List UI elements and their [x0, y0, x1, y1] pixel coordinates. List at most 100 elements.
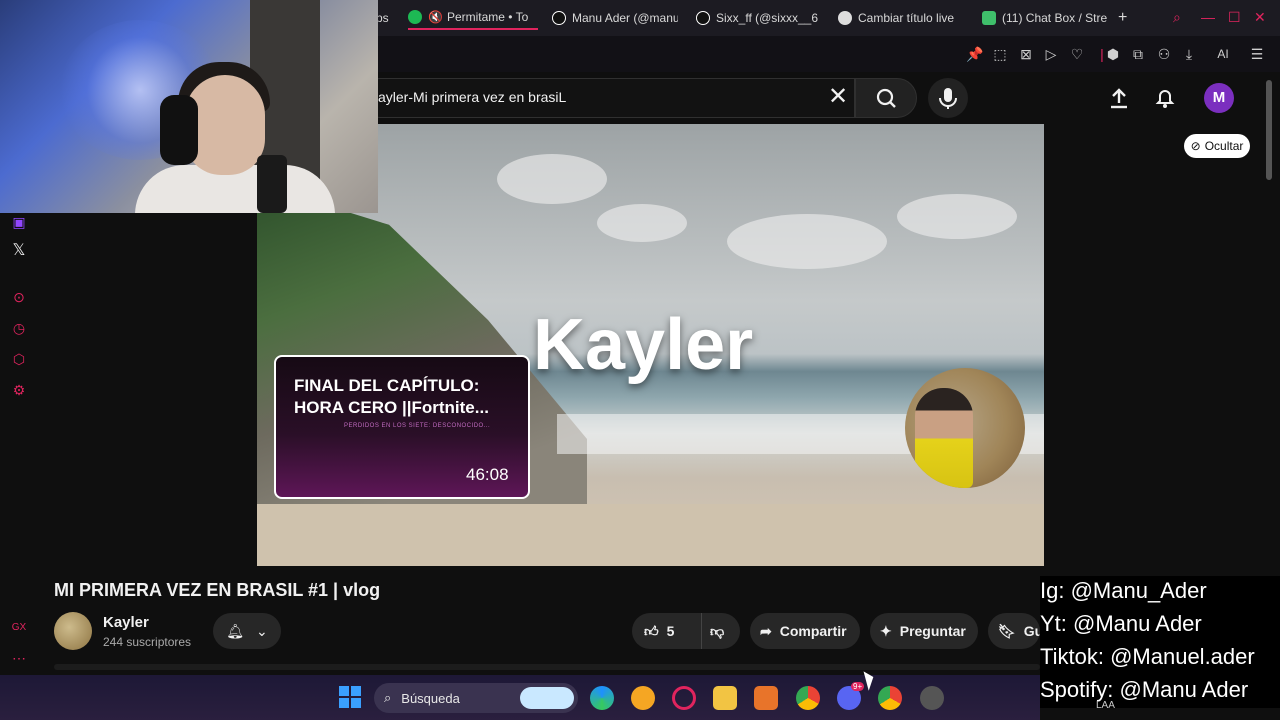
gx-icon[interactable]: GX [10, 619, 28, 637]
social-spotify: Spotify: @Manu Ader [1040, 677, 1249, 702]
muted-speaker-icon: 🔇 [428, 10, 443, 24]
dislike-button[interactable]: 👎︎ [702, 623, 724, 640]
ask-label: Preguntar [899, 623, 966, 639]
share-button[interactable]: ➦ Compartir [750, 613, 860, 649]
browser-tab[interactable]: ps [376, 6, 398, 30]
microphone-icon [939, 88, 957, 109]
history-icon[interactable]: ◷ [10, 319, 28, 337]
eye-off-icon: ⊘ [1190, 139, 1201, 153]
hide-button-label: Ocultar [1204, 139, 1244, 153]
hide-button[interactable]: ⊘ Ocultar [1184, 134, 1250, 158]
page-scrollbar[interactable] [1266, 80, 1272, 180]
tab-label: Cambiar título live [858, 11, 955, 25]
extensions-icon[interactable]: ⧉ [1129, 45, 1147, 63]
extensions-sidebar-icon[interactable]: ⬡ [10, 350, 28, 368]
subscriber-count: 244 suscriptores [103, 635, 192, 649]
brave-icon[interactable] [631, 686, 655, 710]
headphones [160, 95, 198, 165]
upload-icon [1111, 88, 1127, 109]
round-channel-photo [905, 368, 1025, 488]
download-icon[interactable]: ⤓ [1180, 45, 1198, 63]
search-tabs-icon[interactable]: ⌕ [1173, 9, 1181, 26]
chrome-profile-icon[interactable] [878, 686, 902, 710]
twitch-icon[interactable]: ▣ [10, 213, 28, 231]
settings-icon[interactable]: ⚙ [10, 381, 28, 399]
browser-tab-chat[interactable]: (11) Chat Box / Stre [982, 6, 1108, 30]
channel-avatar[interactable] [54, 612, 92, 650]
channel-name[interactable]: Kayler [103, 614, 149, 631]
tiktok-icon [552, 11, 566, 25]
endcard-duration: 46:08 [466, 465, 509, 484]
microphone [257, 155, 287, 213]
menu-icon[interactable]: ☰ [1248, 45, 1266, 63]
like-count: 5 [666, 623, 675, 639]
taskbar-search-label: Búsqueda [401, 690, 460, 706]
save-button[interactable]: 🔖︎ Gu [988, 613, 1040, 649]
beach-sand [257, 504, 1044, 566]
fl-studio-icon[interactable] [754, 686, 778, 710]
ai-button[interactable]: AI [1208, 45, 1238, 63]
tab-label: (11) Chat Box / Stre [1002, 11, 1108, 25]
chevron-down-icon: ⌄ [256, 622, 268, 639]
thumbs-up-icon: 👍︎ [644, 622, 659, 639]
video-overlay-title: Kayler [533, 305, 754, 385]
play-icon[interactable]: ▷ [1042, 45, 1060, 63]
vpn-icon[interactable]: ⬢ [1104, 45, 1122, 63]
subscription-bell-button[interactable]: 🔔︎ ⌄ [213, 613, 281, 649]
discord-badge: 9+ [851, 682, 865, 691]
tab-label: Permitame • To [446, 10, 529, 24]
block-icon[interactable]: ⊠ [1017, 45, 1035, 63]
social-youtube: Yt: @Manu Ader [1040, 611, 1202, 636]
share-icon: ➦ [760, 622, 772, 639]
endcard-subtitle: PERDIDOS EN LOS SIETE: DESCONOCIDO... [344, 423, 491, 429]
snapshot-icon[interactable]: ⬚ [991, 45, 1009, 63]
taskbar-search[interactable]: ⌕ Búsqueda [374, 683, 578, 713]
webcam-overlay [0, 0, 378, 213]
close-window-icon[interactable]: ✕ [1254, 9, 1266, 26]
spotify-icon [408, 10, 422, 24]
minimize-icon[interactable]: — [1201, 9, 1215, 25]
divider-line [54, 664, 1040, 670]
pin-icon[interactable]: 📌 [966, 45, 984, 63]
obs-icon[interactable] [920, 686, 944, 710]
chrome-icon[interactable] [796, 686, 820, 710]
search-icon [876, 88, 896, 108]
bell-icon [1155, 90, 1175, 108]
bookmark-icon: 🔖︎ [998, 622, 1016, 639]
player-icon[interactable]: ⊙ [10, 288, 28, 306]
endcard-title: FINAL DEL CAPÍTULO: HORA CERO ||Fortnite… [294, 376, 489, 417]
x-twitter-icon[interactable]: 𝕏 [10, 242, 28, 260]
notifications-button[interactable] [1152, 85, 1178, 111]
heart-icon[interactable]: ♡ [1068, 45, 1086, 63]
browser-sidebar: ▣ 𝕏 ⊙ ◷ ⬡ ⚙ GX ⋯ [0, 213, 40, 675]
discord-icon[interactable]: 9+ [837, 682, 865, 710]
windows-start-icon[interactable] [339, 686, 361, 708]
bell-icon: 🔔︎ [226, 622, 245, 639]
sparkle-icon: ✦ [880, 622, 892, 639]
more-icon[interactable]: ⋯ [10, 649, 28, 667]
tab-label: Sixx_ff (@sixxx__6 [716, 11, 818, 25]
new-tab-button[interactable]: + [1118, 6, 1134, 30]
opera-gx-icon[interactable] [672, 686, 696, 710]
search-button[interactable] [855, 78, 917, 118]
browser-tab[interactable]: Cambiar título live [838, 6, 964, 30]
maximize-icon[interactable]: ☐ [1228, 9, 1241, 26]
voice-search-button[interactable] [928, 78, 968, 118]
search-input-value[interactable]: ayler-Mi primera vez en brasiL [378, 89, 566, 105]
ask-button[interactable]: ✦ Preguntar [870, 613, 978, 649]
browser-tab-tiktok[interactable]: Sixx_ff (@sixxx__6 [696, 6, 822, 30]
clear-search-icon[interactable]: ✕ [828, 84, 848, 110]
upload-button[interactable] [1106, 85, 1132, 111]
end-screen-video-card[interactable]: FINAL DEL CAPÍTULO: HORA CERO ||Fortnite… [274, 355, 530, 499]
browser-tab-tiktok[interactable]: Manu Ader (@manu [552, 6, 678, 30]
profile-icon[interactable]: ⚇ [1155, 45, 1173, 63]
edge-icon[interactable] [590, 686, 614, 710]
file-explorer-icon[interactable] [713, 686, 737, 710]
swan-widget-icon [520, 687, 574, 709]
account-avatar[interactable]: M [1204, 83, 1234, 113]
like-dislike-group: 👍︎ 5 👎︎ [632, 613, 740, 649]
tab-label: Manu Ader (@manu [572, 11, 678, 25]
like-button[interactable]: 👍︎ 5 [632, 613, 702, 649]
browser-tab-spotify[interactable]: 🔇 Permitame • To [408, 6, 538, 30]
stream-socials-overlay: Ig: @Manu_Ader Yt: @Manu Ader Tiktok: @M… [1040, 576, 1280, 708]
